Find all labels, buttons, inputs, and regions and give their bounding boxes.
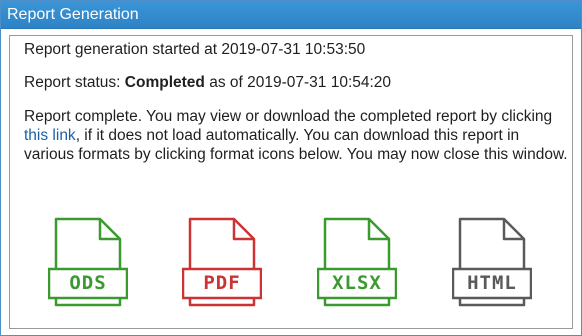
ods-label: ODS: [69, 272, 107, 294]
ods-file-icon: [48, 217, 128, 307]
completion-message: Report complete. You may view or downloa…: [24, 107, 570, 164]
title-bar[interactable]: Report Generation: [1, 1, 581, 29]
report-link[interactable]: this link: [24, 127, 76, 144]
status-as-of: as of: [204, 74, 248, 91]
start-label: Report generation started at: [24, 41, 222, 58]
download-html-button[interactable]: HTML: [452, 216, 532, 308]
report-generation-window: Report Generation Report generation star…: [0, 0, 582, 336]
start-line: Report generation started at 2019-07-31 …: [24, 40, 365, 59]
status-value: Completed: [124, 74, 205, 91]
window-title: Report Generation: [7, 6, 139, 23]
xlsx-label: XLSX: [332, 272, 382, 294]
report-panel: Report generation started at 2019-07-31 …: [9, 35, 573, 329]
start-time: 2019-07-31 10:53:50: [221, 41, 366, 58]
xlsx-file-icon: [317, 217, 397, 307]
status-line: Report status: Completed as of 2019-07-3…: [24, 73, 391, 92]
message-text-1: Report complete. You may view or downloa…: [24, 108, 553, 125]
status-time: 2019-07-31 10:54:20: [247, 74, 392, 91]
download-pdf-button[interactable]: PDF: [182, 216, 262, 308]
pdf-label: PDF: [203, 272, 241, 294]
download-xlsx-button[interactable]: XLSX: [317, 216, 397, 308]
download-ods-button[interactable]: ODS: [48, 216, 128, 308]
html-file-icon: [452, 217, 532, 307]
pdf-file-icon: [182, 217, 262, 307]
html-label: HTML: [467, 272, 517, 294]
message-text-2: , if it does not load automatically. You…: [24, 127, 568, 163]
status-label: Report status:: [24, 74, 125, 91]
